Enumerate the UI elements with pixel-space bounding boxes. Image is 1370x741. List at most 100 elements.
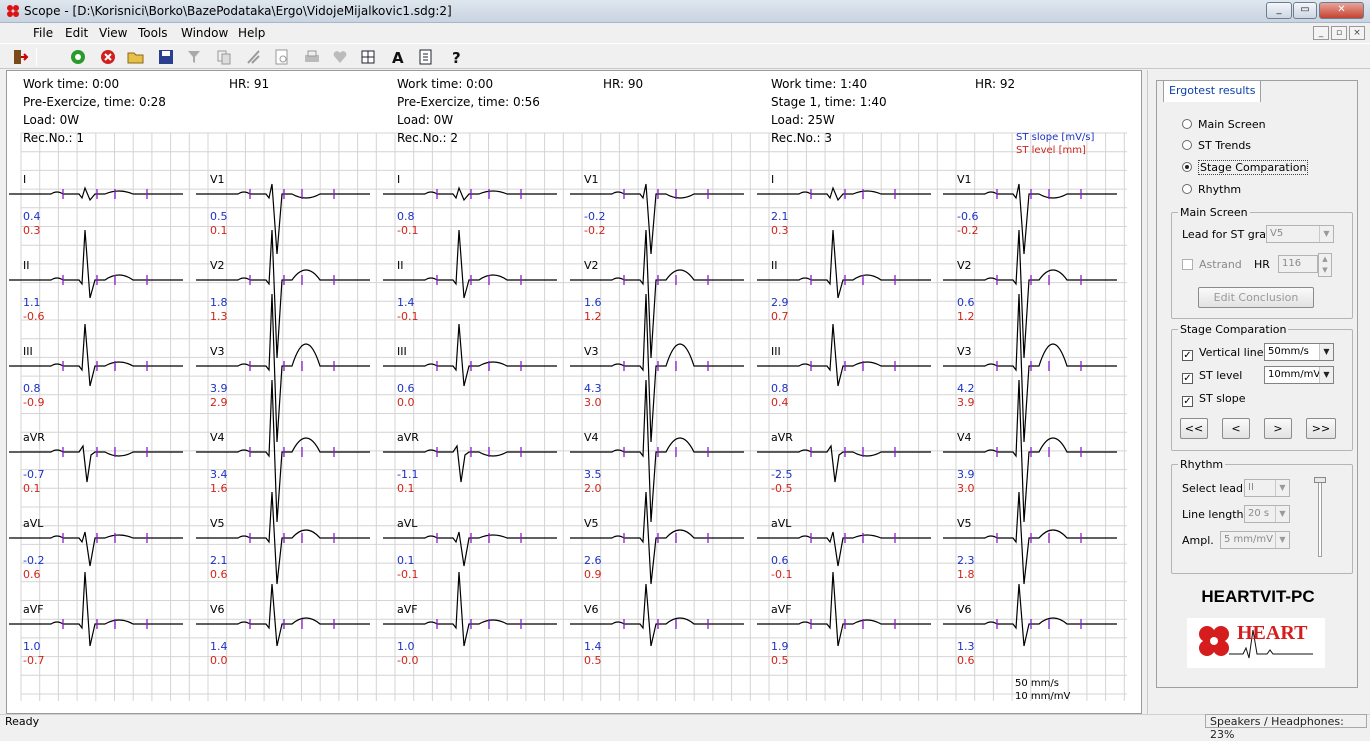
print-icon[interactable] xyxy=(302,47,322,67)
st-slope-value: -0.7 xyxy=(23,468,45,481)
lead-label: V6 xyxy=(210,603,225,616)
lead-label: V5 xyxy=(210,517,225,530)
rhythm-slider-track[interactable] xyxy=(1318,477,1322,557)
grid-icon[interactable] xyxy=(358,47,378,67)
lead-label: V2 xyxy=(584,259,599,272)
lead-label: aVL xyxy=(23,517,44,530)
title-bar: Scope - [D:\Korisnici\Borko\BazePodataka… xyxy=(0,0,1370,23)
st-slope-value: 0.8 xyxy=(23,382,41,395)
menu-edit[interactable]: Edit xyxy=(65,26,88,40)
st-level-value: 0.3 xyxy=(771,224,789,237)
chevron-down-icon: ▼ xyxy=(1319,367,1333,383)
rec2-stage: Pre-Exercize, time: 0:56 xyxy=(397,95,540,109)
menu-help[interactable]: Help xyxy=(238,26,265,40)
st-slope-value: 0.6 xyxy=(397,382,415,395)
lead-label: III xyxy=(23,345,33,358)
preview-icon[interactable] xyxy=(272,47,292,67)
st-level-value: 0.5 xyxy=(584,654,602,667)
lead-label: V1 xyxy=(584,173,599,186)
help-icon[interactable]: ? xyxy=(446,47,466,67)
status-audio: Speakers / Headphones: 23% xyxy=(1205,714,1367,741)
maximize-button[interactable]: ▭ xyxy=(1293,2,1317,19)
st-level-value: -0.2 xyxy=(584,224,606,237)
mdi-close-button[interactable]: × xyxy=(1349,26,1365,40)
ecg-stage-comparison-view[interactable]: Work time: 0:00 HR: 91 Pre-Exercize, tim… xyxy=(6,70,1142,714)
chevron-down-icon: ▼ xyxy=(1275,532,1289,548)
save-icon[interactable] xyxy=(156,47,176,67)
st-level-value: 3.0 xyxy=(957,482,975,495)
open-icon[interactable] xyxy=(126,47,146,67)
filter-icon[interactable] xyxy=(184,47,204,67)
lead-label: II xyxy=(397,259,404,272)
lead-for-st-graph-select[interactable]: V5 ▼ xyxy=(1266,225,1334,243)
ergotest-results-panel: Ergotest results Main Screen ST Trends S… xyxy=(1147,70,1365,714)
lead-label: V5 xyxy=(957,517,972,530)
lead-label: I xyxy=(397,173,401,186)
scale-gain: 10 mm/mV xyxy=(1015,691,1071,702)
rec1-rec-no: Rec.No.: 1 xyxy=(23,131,85,145)
mdi-restore-button[interactable]: ▫ xyxy=(1331,26,1347,40)
rhythm-lead-select[interactable]: II ▼ xyxy=(1244,479,1290,497)
st-slope-value: 3.9 xyxy=(210,382,228,395)
hr-spinner[interactable]: ▲ ▼ xyxy=(1318,253,1332,277)
close-button[interactable]: ✕ xyxy=(1319,2,1364,19)
radio-rhythm[interactable]: Rhythm xyxy=(1182,183,1241,196)
lead-label: aVR xyxy=(397,431,419,444)
lead-label: V6 xyxy=(584,603,599,616)
stage-comparation-group-title: Stage Comparation xyxy=(1178,323,1289,336)
st-level-value: 0.9 xyxy=(584,568,602,581)
svg-text:HEART: HEART xyxy=(1237,622,1308,644)
menu-bar: File Edit View Tools Window Help xyxy=(0,23,1370,43)
vertical-lines-select[interactable]: 50mm/s ▼ xyxy=(1264,343,1334,361)
st-slope-value: -0.2 xyxy=(23,554,45,567)
lead-label: aVL xyxy=(771,517,792,530)
menu-file[interactable]: File xyxy=(33,26,53,40)
rec3-work-time: Work time: 1:40 xyxy=(771,77,868,91)
menu-tools[interactable]: Tools xyxy=(138,26,168,40)
lead-label: V5 xyxy=(584,517,599,530)
legend-st-slope: ST slope [mV/s] xyxy=(1016,132,1095,143)
rec3-stage: Stage 1, time: 1:40 xyxy=(771,95,887,109)
menu-view[interactable]: View xyxy=(99,26,127,40)
lead-label: II xyxy=(23,259,30,272)
st-slope-value: 2.6 xyxy=(584,554,602,567)
last-stage-button[interactable]: >> xyxy=(1306,418,1336,439)
radio-main-screen[interactable]: Main Screen xyxy=(1182,118,1266,131)
text-a-icon[interactable]: A xyxy=(388,47,408,67)
tab-ergotest-results[interactable]: Ergotest results xyxy=(1163,80,1262,102)
st-slope-checkbox[interactable]: ✓ ST slope xyxy=(1182,392,1245,407)
line-length-select[interactable]: 20 s ▼ xyxy=(1244,505,1290,523)
heart-icon[interactable] xyxy=(330,47,350,67)
next-stage-button[interactable]: > xyxy=(1264,418,1292,439)
st-slope-value: 2.1 xyxy=(210,554,228,567)
hr-input[interactable]: 116 xyxy=(1278,255,1318,273)
calibrate-icon[interactable] xyxy=(244,47,264,67)
menu-window[interactable]: Window xyxy=(181,26,228,40)
lead-label: I xyxy=(23,173,27,186)
edit-conclusion-button[interactable]: Edit Conclusion xyxy=(1198,287,1314,308)
st-level-value: 0.0 xyxy=(210,654,228,667)
astrand-checkbox[interactable]: Astrand xyxy=(1182,258,1242,271)
st-slope-value: 1.9 xyxy=(771,640,789,653)
start-icon[interactable] xyxy=(68,47,88,67)
mdi-minimize-button[interactable]: _ xyxy=(1313,26,1329,40)
vertical-lines-checkbox[interactable]: ✓ Vertical lines xyxy=(1182,346,1269,361)
prev-stage-button[interactable]: < xyxy=(1222,418,1250,439)
radio-stage-comparation[interactable]: Stage Comparation xyxy=(1182,160,1309,175)
st-level-select[interactable]: 10mm/mV ▼ xyxy=(1264,366,1334,384)
lead-label: II xyxy=(771,259,778,272)
heart-logo-icon: HEART xyxy=(1199,622,1313,659)
stop-icon[interactable] xyxy=(98,47,118,67)
radio-st-trends[interactable]: ST Trends xyxy=(1182,139,1251,152)
minimize-button[interactable]: _ xyxy=(1266,2,1292,19)
copy-icon[interactable] xyxy=(214,47,234,67)
ampl-select[interactable]: 5 mm/mV ▼ xyxy=(1220,531,1290,549)
st-level-checkbox[interactable]: ✓ ST level xyxy=(1182,369,1242,384)
rhythm-slider-thumb[interactable] xyxy=(1314,477,1326,483)
report-icon[interactable] xyxy=(416,47,436,67)
lead-label: V3 xyxy=(584,345,599,358)
st-slope-value: 4.2 xyxy=(957,382,975,395)
first-stage-button[interactable]: << xyxy=(1180,418,1208,439)
st-level-value: -0.7 xyxy=(23,654,45,667)
exit-icon[interactable] xyxy=(10,47,30,67)
